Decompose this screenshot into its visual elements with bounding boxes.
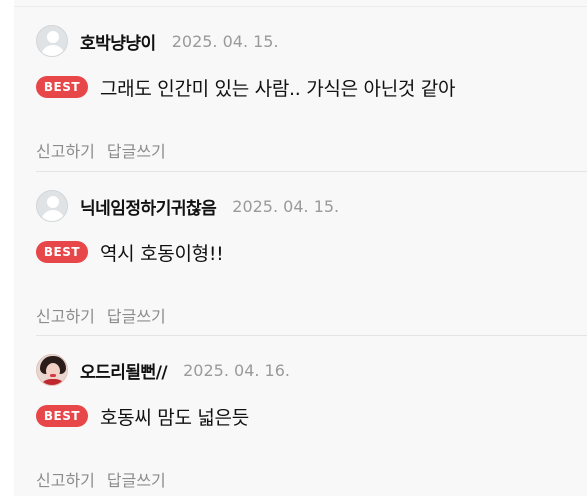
comment-nickname[interactable]: 호박냥냥이 bbox=[80, 29, 156, 54]
best-badge: BEST bbox=[36, 405, 88, 427]
report-button[interactable]: 신고하기 bbox=[36, 138, 95, 162]
comment-nickname[interactable]: 오드리될뻔// bbox=[80, 358, 168, 383]
reply-button[interactable]: 답글쓰기 bbox=[107, 467, 166, 491]
top-divider bbox=[14, 6, 587, 7]
best-badge: BEST bbox=[36, 76, 88, 98]
comment-nickname[interactable]: 닉네임정하기귀찮음 bbox=[80, 194, 217, 219]
comment-text: 호동씨 맘도 넓은듯 bbox=[100, 406, 249, 429]
default-avatar-icon[interactable] bbox=[36, 25, 68, 57]
comment-header: 닉네임정하기귀찮음 2025. 04. 15. bbox=[36, 189, 339, 223]
comment-body: BEST 호동씨 맘도 넓은듯 bbox=[36, 403, 249, 429]
profile-photo-avatar[interactable] bbox=[36, 354, 68, 386]
comment-date: 2025. 04. 16. bbox=[183, 360, 290, 380]
report-button[interactable]: 신고하기 bbox=[36, 303, 95, 327]
comment-text: 역시 호동이형!! bbox=[100, 242, 224, 265]
comment-date: 2025. 04. 15. bbox=[232, 196, 340, 216]
comment-actions: 신고하기 답글쓰기 bbox=[36, 467, 166, 491]
reply-button[interactable]: 답글쓰기 bbox=[107, 303, 166, 327]
comment-actions: 신고하기 답글쓰기 bbox=[36, 303, 166, 327]
comment-header: 호박냥냥이 2025. 04. 15. bbox=[36, 24, 279, 58]
comment-text: 그래도 인간미 있는 사람.. 가식은 아닌것 같아 bbox=[100, 77, 456, 100]
comment-date: 2025. 04. 15. bbox=[171, 31, 279, 51]
comment-divider bbox=[36, 171, 587, 172]
default-avatar-icon[interactable] bbox=[36, 190, 68, 222]
report-button[interactable]: 신고하기 bbox=[36, 467, 95, 491]
best-badge: BEST bbox=[36, 241, 88, 263]
reply-button[interactable]: 답글쓰기 bbox=[107, 138, 166, 162]
comment-divider bbox=[36, 335, 587, 336]
comment-header: 오드리될뻔// 2025. 04. 16. bbox=[36, 353, 290, 387]
comment-body: BEST 그래도 인간미 있는 사람.. 가식은 아닌것 같아 bbox=[36, 74, 455, 100]
comment-actions: 신고하기 답글쓰기 bbox=[36, 138, 166, 162]
comment-body: BEST 역시 호동이형!! bbox=[36, 239, 224, 265]
